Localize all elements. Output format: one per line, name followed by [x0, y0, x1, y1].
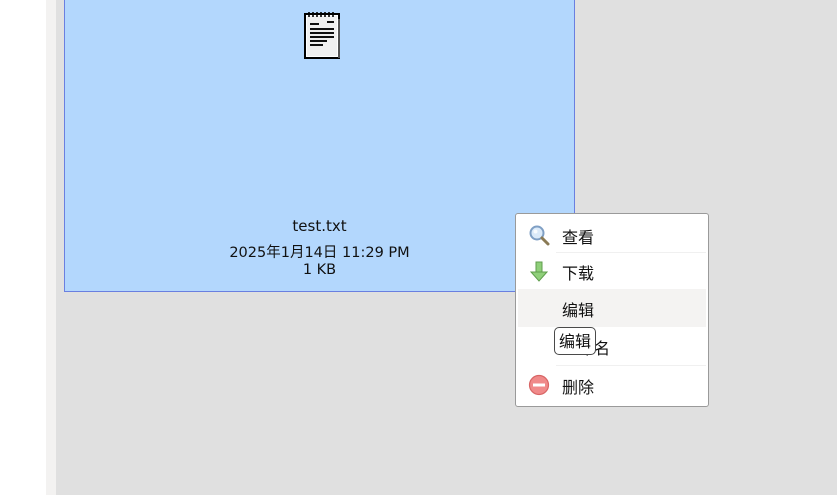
menu-item-rename[interactable]: 重命名 — [518, 327, 706, 363]
menu-item-label: 下载 — [562, 264, 595, 283]
context-menu: 查看 下载 编辑 重命名 删除 — [515, 213, 709, 407]
menu-item-edit[interactable]: 编辑 — [518, 289, 706, 327]
delete-icon — [528, 374, 550, 396]
menu-item-label: 编辑 — [562, 301, 595, 320]
file-tile-selected[interactable]: test.txt 2025年1月14日 11:29 PM 1 KB — [64, 0, 575, 292]
download-arrow-icon — [529, 261, 549, 282]
left-panel-border — [46, 0, 56, 495]
tooltip: 编辑 — [554, 327, 597, 355]
left-panel — [0, 0, 46, 495]
menu-item-download[interactable]: 下载 — [518, 252, 706, 288]
menu-item-view[interactable]: 查看 — [518, 216, 706, 252]
magnifier-icon — [529, 225, 550, 246]
menu-item-label: 查看 — [562, 228, 595, 247]
file-name: test.txt — [292, 217, 347, 235]
menu-item-delete[interactable]: 删除 — [518, 366, 706, 402]
file-size: 1 KB — [302, 262, 337, 278]
menu-item-label: 删除 — [562, 378, 595, 397]
file-modified-date: 2025年1月14日 11:29 PM — [229, 245, 410, 261]
notepad-icon — [304, 12, 340, 59]
